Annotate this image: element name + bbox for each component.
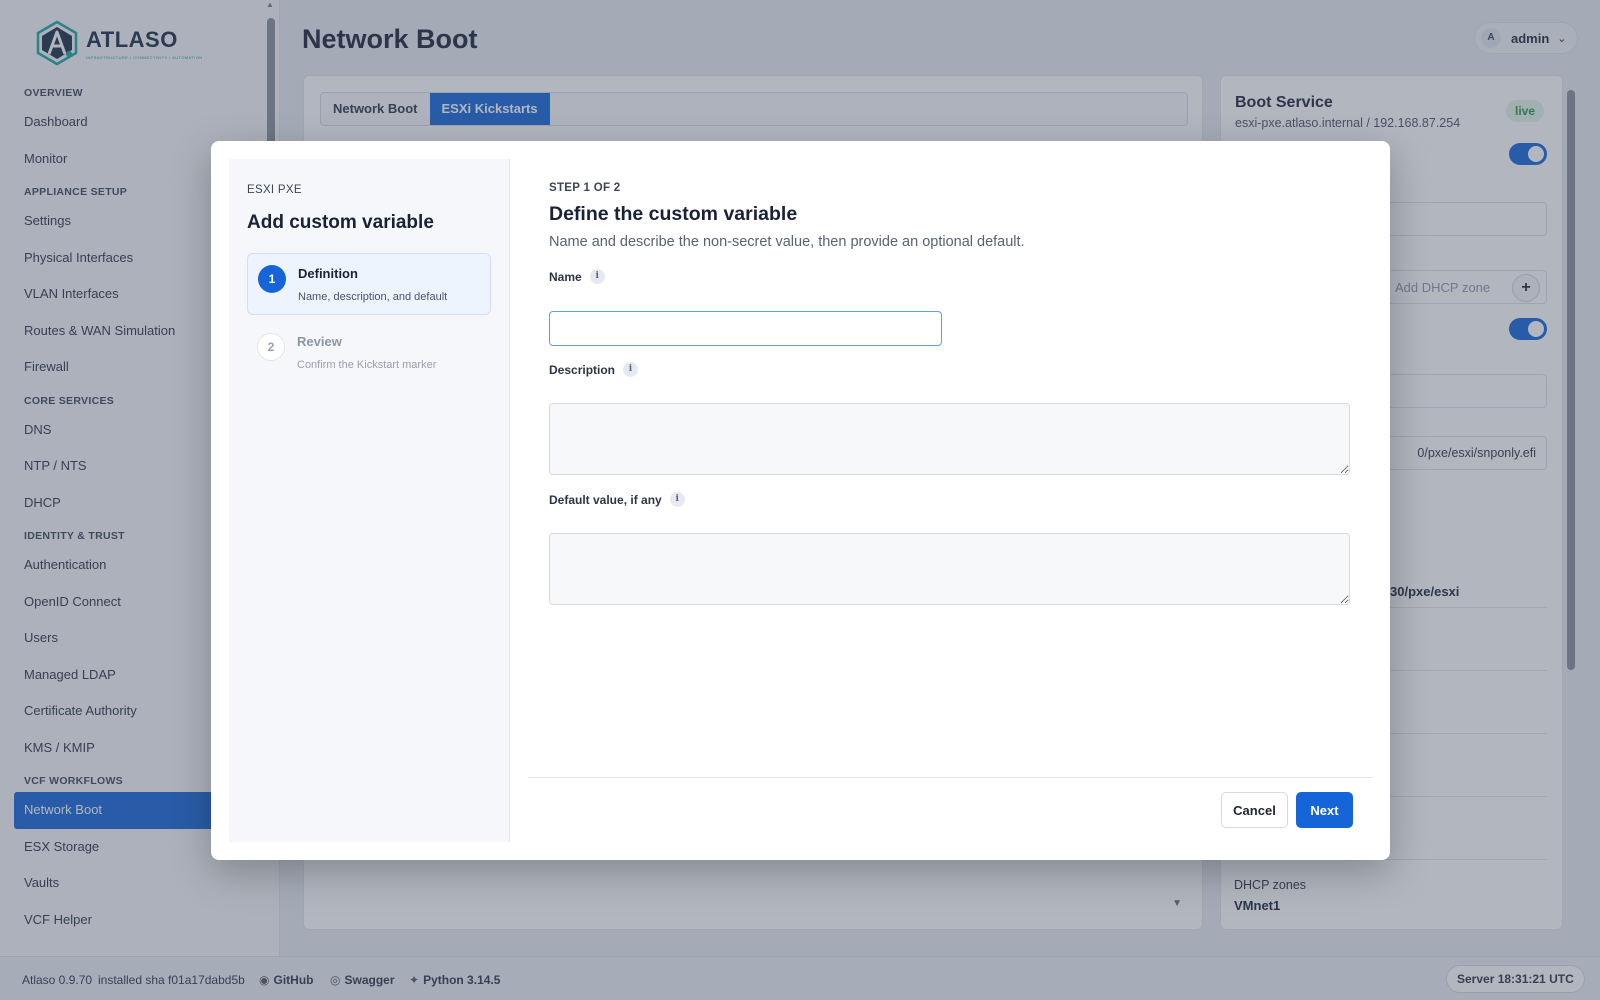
default-value-label: Default value, if any i (549, 492, 685, 507)
step-description: Name, description, and default (298, 291, 448, 303)
step-title: Review (297, 334, 342, 349)
info-icon[interactable]: i (623, 362, 639, 377)
next-button[interactable]: Next (1296, 792, 1353, 828)
wizard-steps-panel: ESXI PXE Add custom variable 1 Definitio… (229, 159, 510, 842)
add-custom-variable-dialog: ESXI PXE Add custom variable 1 Definitio… (211, 141, 1390, 860)
description-textarea[interactable] (549, 403, 1350, 475)
description-label-text: Description (549, 362, 616, 377)
default-value-textarea[interactable] (549, 533, 1350, 605)
info-icon[interactable]: i (669, 492, 685, 507)
description-label: Description i (549, 362, 639, 377)
cancel-button[interactable]: Cancel (1221, 792, 1288, 828)
name-input[interactable] (549, 311, 942, 346)
step-description: Confirm the Kickstart marker (297, 359, 437, 371)
dialog-title: Add custom variable (247, 212, 434, 233)
name-label: Name i (549, 269, 605, 284)
default-value-label-text: Default value, if any (549, 492, 662, 507)
footer-divider (528, 777, 1373, 778)
info-icon[interactable]: i (589, 269, 605, 284)
wizard-step-definition[interactable]: 1 Definition Name, description, and defa… (247, 253, 491, 315)
step-number: 2 (257, 333, 285, 361)
name-label-text: Name (549, 269, 582, 284)
wizard-step-review[interactable]: 2 Review Confirm the Kickstart marker (247, 322, 491, 384)
step-number: 1 (258, 265, 286, 293)
step-title: Definition (298, 266, 358, 281)
form-heading: Define the custom variable (549, 203, 798, 225)
form-subheading: Name and describe the non-secret value, … (549, 234, 1025, 250)
step-indicator: STEP 1 OF 2 (549, 182, 621, 194)
dialog-kicker: ESXI PXE (247, 184, 302, 196)
